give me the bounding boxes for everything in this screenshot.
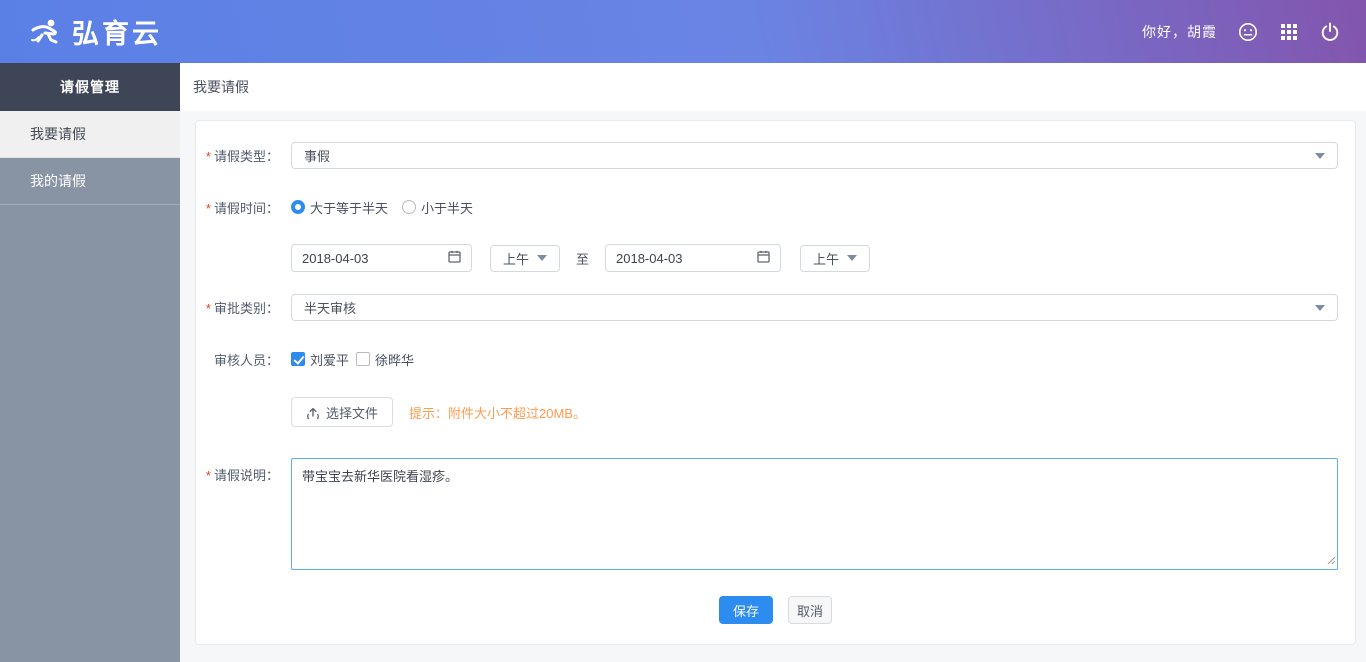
leave-form-card: * 请假类型： 事假 * 请假时间： 大于等于半天 小于半天 2018-04-0… bbox=[195, 120, 1356, 645]
leave-time-row: * 请假时间： 大于等于半天 小于半天 bbox=[196, 198, 1355, 217]
checkbox-icon bbox=[356, 352, 371, 366]
reviewers-row: 审核人员： 刘爱平 徐晔华 bbox=[196, 350, 1355, 369]
date-range-row: 2018-04-03 上午 至 2018-04-03 上午 bbox=[196, 244, 1355, 272]
checkbox-reviewer-liu-aiping[interactable]: 刘爱平 bbox=[291, 350, 349, 369]
attachment-row: 选择文件 提示：附件大小不超过20MB。 bbox=[196, 397, 1355, 427]
attachment-hint: 提示：附件大小不超过20MB。 bbox=[409, 405, 586, 421]
sidebar-item-my-leave[interactable]: 我的请假 bbox=[0, 158, 180, 205]
runner-logo-icon bbox=[30, 17, 64, 47]
sidebar-title: 请假管理 bbox=[0, 63, 180, 111]
calendar-icon bbox=[757, 250, 770, 266]
reviewers-label: 审核人员： bbox=[213, 352, 279, 368]
leave-type-label: * 请假类型： bbox=[205, 149, 279, 164]
sidebar-item-apply-leave[interactable]: 我要请假 bbox=[0, 111, 180, 158]
chevron-down-icon bbox=[537, 255, 547, 261]
required-asterisk: * bbox=[205, 468, 211, 483]
checkbox-icon bbox=[291, 352, 305, 366]
resize-handle-icon[interactable] bbox=[1327, 553, 1336, 568]
approval-type-row: * 审批类别： 半天审核 bbox=[196, 294, 1355, 321]
leave-time-label: * 请假时间： bbox=[205, 200, 279, 216]
smiley-icon[interactable] bbox=[1238, 22, 1258, 42]
required-asterisk: * bbox=[205, 149, 211, 164]
sidebar: 请假管理 我要请假 我的请假 bbox=[0, 63, 180, 662]
required-asterisk: * bbox=[205, 301, 211, 316]
chevron-down-icon bbox=[1315, 304, 1325, 311]
leave-type-select[interactable]: 事假 bbox=[291, 142, 1338, 169]
approval-type-value: 半天审核 bbox=[304, 301, 357, 316]
calendar-icon bbox=[448, 250, 461, 266]
approval-type-select[interactable]: 半天审核 bbox=[291, 294, 1338, 321]
cancel-button[interactable]: 取消 bbox=[788, 596, 832, 624]
start-period-select[interactable]: 上午 bbox=[490, 244, 560, 272]
app-logo[interactable]: 弘育云 bbox=[30, 12, 162, 51]
form-actions: 保存 取消 bbox=[196, 596, 1355, 624]
radio-icon bbox=[402, 200, 417, 214]
apps-grid-icon[interactable] bbox=[1279, 22, 1299, 42]
date-separator: 至 bbox=[576, 251, 590, 267]
power-logout-icon[interactable] bbox=[1320, 22, 1340, 42]
user-greeting: 你好，胡霞 bbox=[1142, 23, 1217, 40]
required-asterisk: * bbox=[205, 200, 211, 216]
save-button[interactable]: 保存 bbox=[719, 596, 773, 624]
description-textarea[interactable]: 带宝宝去新华医院看湿疹。 bbox=[291, 458, 1338, 570]
upload-icon bbox=[306, 405, 320, 419]
leave-type-value: 事假 bbox=[304, 149, 331, 164]
approval-type-label: * 审批类别： bbox=[205, 301, 279, 316]
start-date-input[interactable]: 2018-04-03 bbox=[291, 244, 472, 272]
choose-file-button[interactable]: 选择文件 bbox=[291, 397, 394, 427]
chevron-down-icon bbox=[1315, 152, 1325, 159]
top-header: 弘育云 你好，胡霞 bbox=[0, 0, 1366, 63]
end-period-select[interactable]: 上午 bbox=[800, 244, 871, 272]
leave-type-row: * 请假类型： 事假 bbox=[196, 142, 1355, 169]
chevron-down-icon bbox=[847, 255, 858, 261]
breadcrumb: 我要请假 bbox=[180, 63, 1366, 111]
radio-icon bbox=[291, 200, 305, 214]
radio-lt-half-day[interactable]: 小于半天 bbox=[402, 198, 473, 217]
checkbox-reviewer-xu-yehua[interactable]: 徐晔华 bbox=[356, 350, 414, 369]
description-row: * 请假说明： 带宝宝去新华医院看湿疹。 bbox=[196, 458, 1355, 570]
app-title: 弘育云 bbox=[72, 19, 162, 49]
radio-gte-half-day[interactable]: 大于等于半天 bbox=[291, 198, 388, 217]
end-date-input[interactable]: 2018-04-03 bbox=[605, 244, 782, 272]
description-label: * 请假说明： bbox=[205, 468, 279, 483]
